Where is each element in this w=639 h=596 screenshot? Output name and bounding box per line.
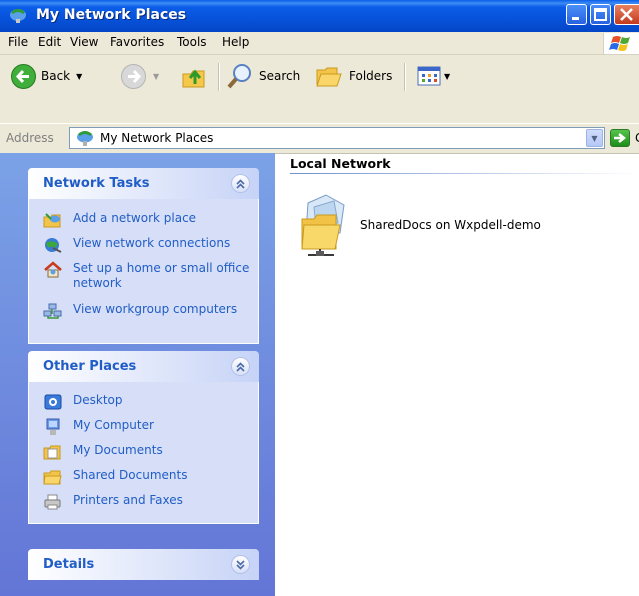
expand-chevron-icon[interactable] [231,555,250,574]
place-label: My Computer [73,418,154,432]
task-pane: Network Tasks Add a network place View n… [0,153,275,596]
up-button[interactable] [180,55,210,97]
other-places-header[interactable]: Other Places [28,351,259,382]
place-my-documents[interactable]: My Documents [43,443,163,461]
back-button[interactable]: Back ▼ [10,55,82,97]
standard-toolbar: Back ▼ ▼ Search Folders ▼ [0,55,639,128]
forward-arrow-icon [121,63,146,89]
network-tasks-header[interactable]: Network Tasks [28,168,259,199]
search-button[interactable]: Search [225,55,300,97]
windows-logo [603,33,639,54]
back-dropdown-icon[interactable]: ▼ [76,72,82,81]
menu-file[interactable]: File [8,35,28,49]
details-header[interactable]: Details [28,549,259,580]
back-label: Back [41,69,71,83]
views-button[interactable]: ▼ [416,55,450,97]
printer-icon [44,494,61,510]
my-documents-icon [43,445,61,460]
panel-title: Details [43,557,95,572]
place-label: My Documents [73,443,163,457]
folders-icon [316,67,342,87]
desktop-icon [44,394,62,410]
place-my-computer[interactable]: My Computer [43,418,154,436]
collapse-chevron-icon[interactable] [231,174,250,193]
task-add-network-place[interactable]: Add a network place [43,211,196,229]
maximize-icon [594,8,607,21]
maximize-button[interactable] [590,4,611,25]
task-view-workgroup-computers[interactable]: View workgroup computers [43,302,237,320]
address-field[interactable]: My Network Places ▼ [69,127,605,149]
toolbar-separator [218,63,220,91]
folders-label: Folders [349,69,393,83]
place-label: Printers and Faxes [73,493,183,507]
close-button[interactable] [614,4,639,25]
panel-title: Network Tasks [43,176,150,191]
back-arrow-icon [11,63,36,89]
place-desktop[interactable]: Desktop [43,393,123,411]
place-label: Shared Documents [73,468,188,482]
collapse-chevron-icon[interactable] [231,357,250,376]
task-label: Set up a home or small office network [73,261,250,290]
menu-edit[interactable]: Edit [38,35,61,49]
menu-bar: File Edit View Favorites Tools Help [0,32,639,55]
minimize-icon [572,17,579,20]
task-label: View workgroup computers [73,302,238,316]
network-tasks-panel: Network Tasks Add a network place View n… [28,168,259,344]
task-view-network-connections[interactable]: View network connections [43,236,230,254]
network-share-icon [301,194,345,256]
address-value: My Network Places [100,131,214,145]
views-icon [417,66,441,86]
menu-view[interactable]: View [70,35,98,49]
place-label: Desktop [73,393,123,407]
toolbar-separator [404,63,406,91]
workgroup-computers-icon [43,303,62,319]
task-label: Add a network place [73,211,197,225]
minimize-button[interactable] [566,4,587,25]
menu-help[interactable]: Help [222,35,249,49]
menu-tools[interactable]: Tools [177,35,207,49]
windows-flag-icon [609,36,630,51]
close-icon [620,8,633,21]
window-title: My Network Places [36,7,187,23]
go-label: Go [635,131,639,145]
folders-button[interactable]: Folders [315,55,392,97]
search-label: Search [259,69,301,83]
address-label: Address [6,131,54,145]
forward-button[interactable]: ▼ [120,55,159,97]
network-places-icon [10,9,26,23]
forward-dropdown-icon[interactable]: ▼ [153,72,159,81]
title-bar[interactable]: My Network Places [0,0,639,32]
details-panel: Details [28,549,259,580]
network-connections-icon [45,238,62,253]
network-share-item[interactable] [300,193,352,262]
search-icon [227,64,251,89]
network-share-label[interactable]: SharedDocs on Wxpdell-demo [360,218,541,232]
shared-folder-icon [43,470,62,485]
task-label: View network connections [73,236,231,250]
my-computer-icon [46,418,60,435]
network-places-icon [77,131,93,146]
address-dropdown-button[interactable]: ▼ [586,129,603,147]
group-divider [290,173,639,174]
menu-favorites[interactable]: Favorites [110,35,164,49]
place-shared-documents[interactable]: Shared Documents [43,468,187,486]
task-setup-home-network[interactable]: Set up a home or small office network [43,261,258,291]
add-network-place-icon [43,213,61,228]
place-printers-faxes[interactable]: Printers and Faxes [43,493,183,511]
chevron-down-icon: ▼ [591,133,598,143]
other-places-body: Desktop My Computer My Documents Shared … [28,382,259,524]
address-bar: Address My Network Places ▼ Go [0,123,639,154]
other-places-panel: Other Places Desktop My Computer My Docu… [28,351,259,524]
views-dropdown-icon[interactable]: ▼ [444,72,450,81]
panel-title: Other Places [43,359,137,374]
group-header-local-network: Local Network [290,156,391,171]
network-tasks-body: Add a network place View network connect… [28,199,259,344]
go-arrow-icon [610,129,630,147]
go-button[interactable]: Go [610,129,639,147]
home-network-icon [44,261,62,278]
up-folder-icon [182,69,205,88]
